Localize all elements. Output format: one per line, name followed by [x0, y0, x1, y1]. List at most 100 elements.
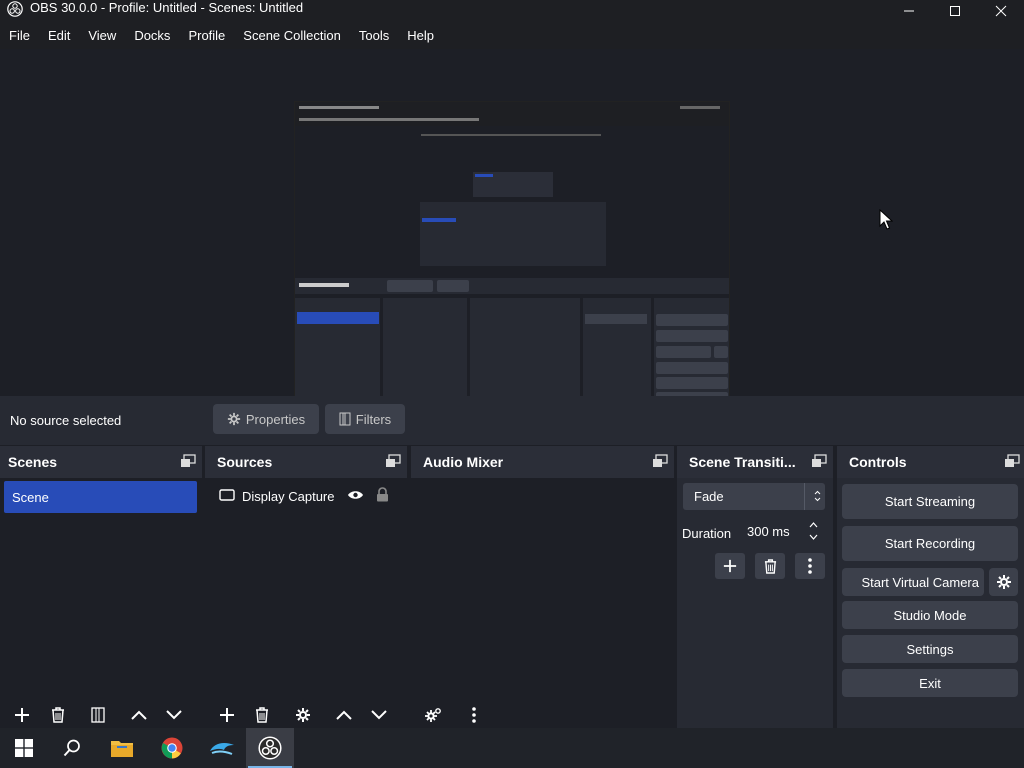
scenes-dock-header: Scenes [0, 446, 202, 478]
undock-icon[interactable] [811, 454, 827, 468]
menu-help[interactable]: Help [398, 22, 443, 49]
sources-dock-header: Sources [205, 446, 407, 478]
properties-button[interactable]: Properties [213, 404, 319, 434]
title-bar: OBS 30.0.0 - Profile: Untitled - Scenes:… [0, 0, 1024, 22]
scene-filters-button[interactable] [84, 703, 112, 727]
source-item-label: Display Capture [242, 489, 335, 504]
search-icon [63, 739, 80, 757]
plus-icon [220, 708, 234, 722]
scenes-list [0, 478, 202, 728]
menu-docks[interactable]: Docks [125, 22, 179, 49]
menu-scene-collection[interactable]: Scene Collection [234, 22, 350, 49]
menu-file[interactable]: File [0, 22, 39, 49]
settings-button[interactable]: Settings [842, 635, 1018, 663]
chevron-up-icon [131, 710, 147, 720]
preview-canvas[interactable] [0, 49, 1024, 434]
gear-icon [996, 575, 1011, 589]
mouse-cursor-icon [879, 209, 893, 230]
windows-start-icon [15, 739, 33, 757]
gear-cluster-icon [425, 708, 441, 722]
controls-title: Controls [849, 454, 907, 470]
taskbar-obs[interactable] [246, 728, 294, 768]
duration-value: 300 ms [747, 524, 790, 539]
select-updown-icon [814, 490, 821, 502]
duration-spinbox[interactable]: 300 ms [737, 517, 825, 545]
gear-icon [227, 412, 240, 426]
filters-label: Filters [355, 411, 392, 427]
scene-transitions-body [677, 478, 833, 728]
source-item[interactable]: Display Capture [215, 486, 405, 508]
remove-source-button[interactable] [248, 703, 276, 727]
add-scene-button[interactable] [8, 703, 36, 727]
lock-icon[interactable] [376, 487, 389, 502]
properties-label: Properties [245, 411, 306, 427]
scene-item-label: Scene [12, 490, 49, 505]
chrome-icon [161, 737, 183, 759]
taskbar-file-explorer[interactable] [98, 728, 146, 768]
maximize-icon [950, 6, 960, 16]
start-virtual-camera-button[interactable]: Start Virtual Camera [842, 568, 984, 596]
remove-scene-button[interactable] [44, 703, 72, 727]
start-recording-button[interactable]: Start Recording [842, 526, 1018, 561]
add-source-button[interactable] [213, 703, 241, 727]
audio-mixer-dock-header: Audio Mixer [411, 446, 674, 478]
taskbar-dolphin[interactable] [198, 728, 246, 768]
scene-transitions-dock: Scene Transiti... Fade Duration 300 ms [677, 446, 833, 728]
duration-label: Duration [682, 526, 732, 541]
filters-button[interactable]: Filters [325, 404, 405, 434]
menu-profile[interactable]: Profile [179, 22, 234, 49]
minimize-icon [904, 10, 914, 12]
dolphin-icon [210, 743, 234, 755]
virtual-camera-settings-button[interactable] [989, 568, 1018, 596]
undock-icon[interactable] [1004, 454, 1020, 468]
start-streaming-button[interactable]: Start Streaming [842, 484, 1018, 519]
source-properties-button[interactable] [289, 703, 317, 727]
eye-icon[interactable] [347, 489, 364, 501]
move-source-up-button[interactable] [330, 703, 358, 727]
obs-icon [258, 736, 282, 760]
chevron-down-icon[interactable] [809, 534, 818, 541]
transition-select-value: Fade [694, 489, 724, 504]
obs-app-icon [7, 1, 23, 17]
move-scene-down-button[interactable] [160, 703, 188, 727]
studio-mode-button[interactable]: Studio Mode [842, 601, 1018, 629]
audio-mixer-menu-button[interactable] [460, 703, 488, 727]
advanced-audio-properties-button[interactable] [419, 703, 447, 727]
start-button[interactable] [0, 728, 48, 768]
chevron-down-icon [371, 710, 387, 720]
minimize-button[interactable] [886, 0, 932, 22]
chevron-up-icon[interactable] [809, 521, 818, 528]
taskbar-chrome[interactable] [148, 728, 196, 768]
maximize-button[interactable] [932, 0, 978, 22]
scenes-title: Scenes [8, 454, 58, 470]
move-scene-up-button[interactable] [125, 703, 153, 727]
close-button[interactable] [978, 0, 1024, 22]
nested-obs-screenshot [295, 102, 729, 433]
transition-properties-button[interactable] [795, 553, 825, 579]
plus-icon [15, 708, 29, 722]
undock-icon[interactable] [652, 454, 668, 468]
filter-icon [91, 707, 105, 723]
selected-source-status: No source selected [10, 413, 122, 428]
scene-transitions-dock-header: Scene Transiti... [677, 446, 833, 478]
more-vertical-icon [472, 707, 476, 723]
transition-select[interactable]: Fade [683, 483, 825, 510]
filter-icon [339, 412, 351, 426]
controls-dock-header: Controls [837, 446, 1024, 478]
add-transition-button[interactable] [715, 553, 745, 579]
display-capture-preview [294, 101, 730, 434]
move-source-down-button[interactable] [365, 703, 393, 727]
undock-icon[interactable] [180, 454, 196, 468]
exit-button[interactable]: Exit [842, 669, 1018, 697]
undock-icon[interactable] [385, 454, 401, 468]
chevron-up-icon [336, 710, 352, 720]
monitor-icon [219, 489, 235, 501]
taskbar-search-button[interactable] [48, 728, 96, 768]
scene-item[interactable]: Scene [4, 481, 197, 513]
remove-transition-button[interactable] [755, 553, 785, 579]
controls-dock: Controls Start Streaming Start Recording… [837, 446, 1024, 728]
menu-edit[interactable]: Edit [39, 22, 79, 49]
menu-tools[interactable]: Tools [350, 22, 398, 49]
trash-icon [52, 707, 64, 723]
menu-view[interactable]: View [79, 22, 125, 49]
